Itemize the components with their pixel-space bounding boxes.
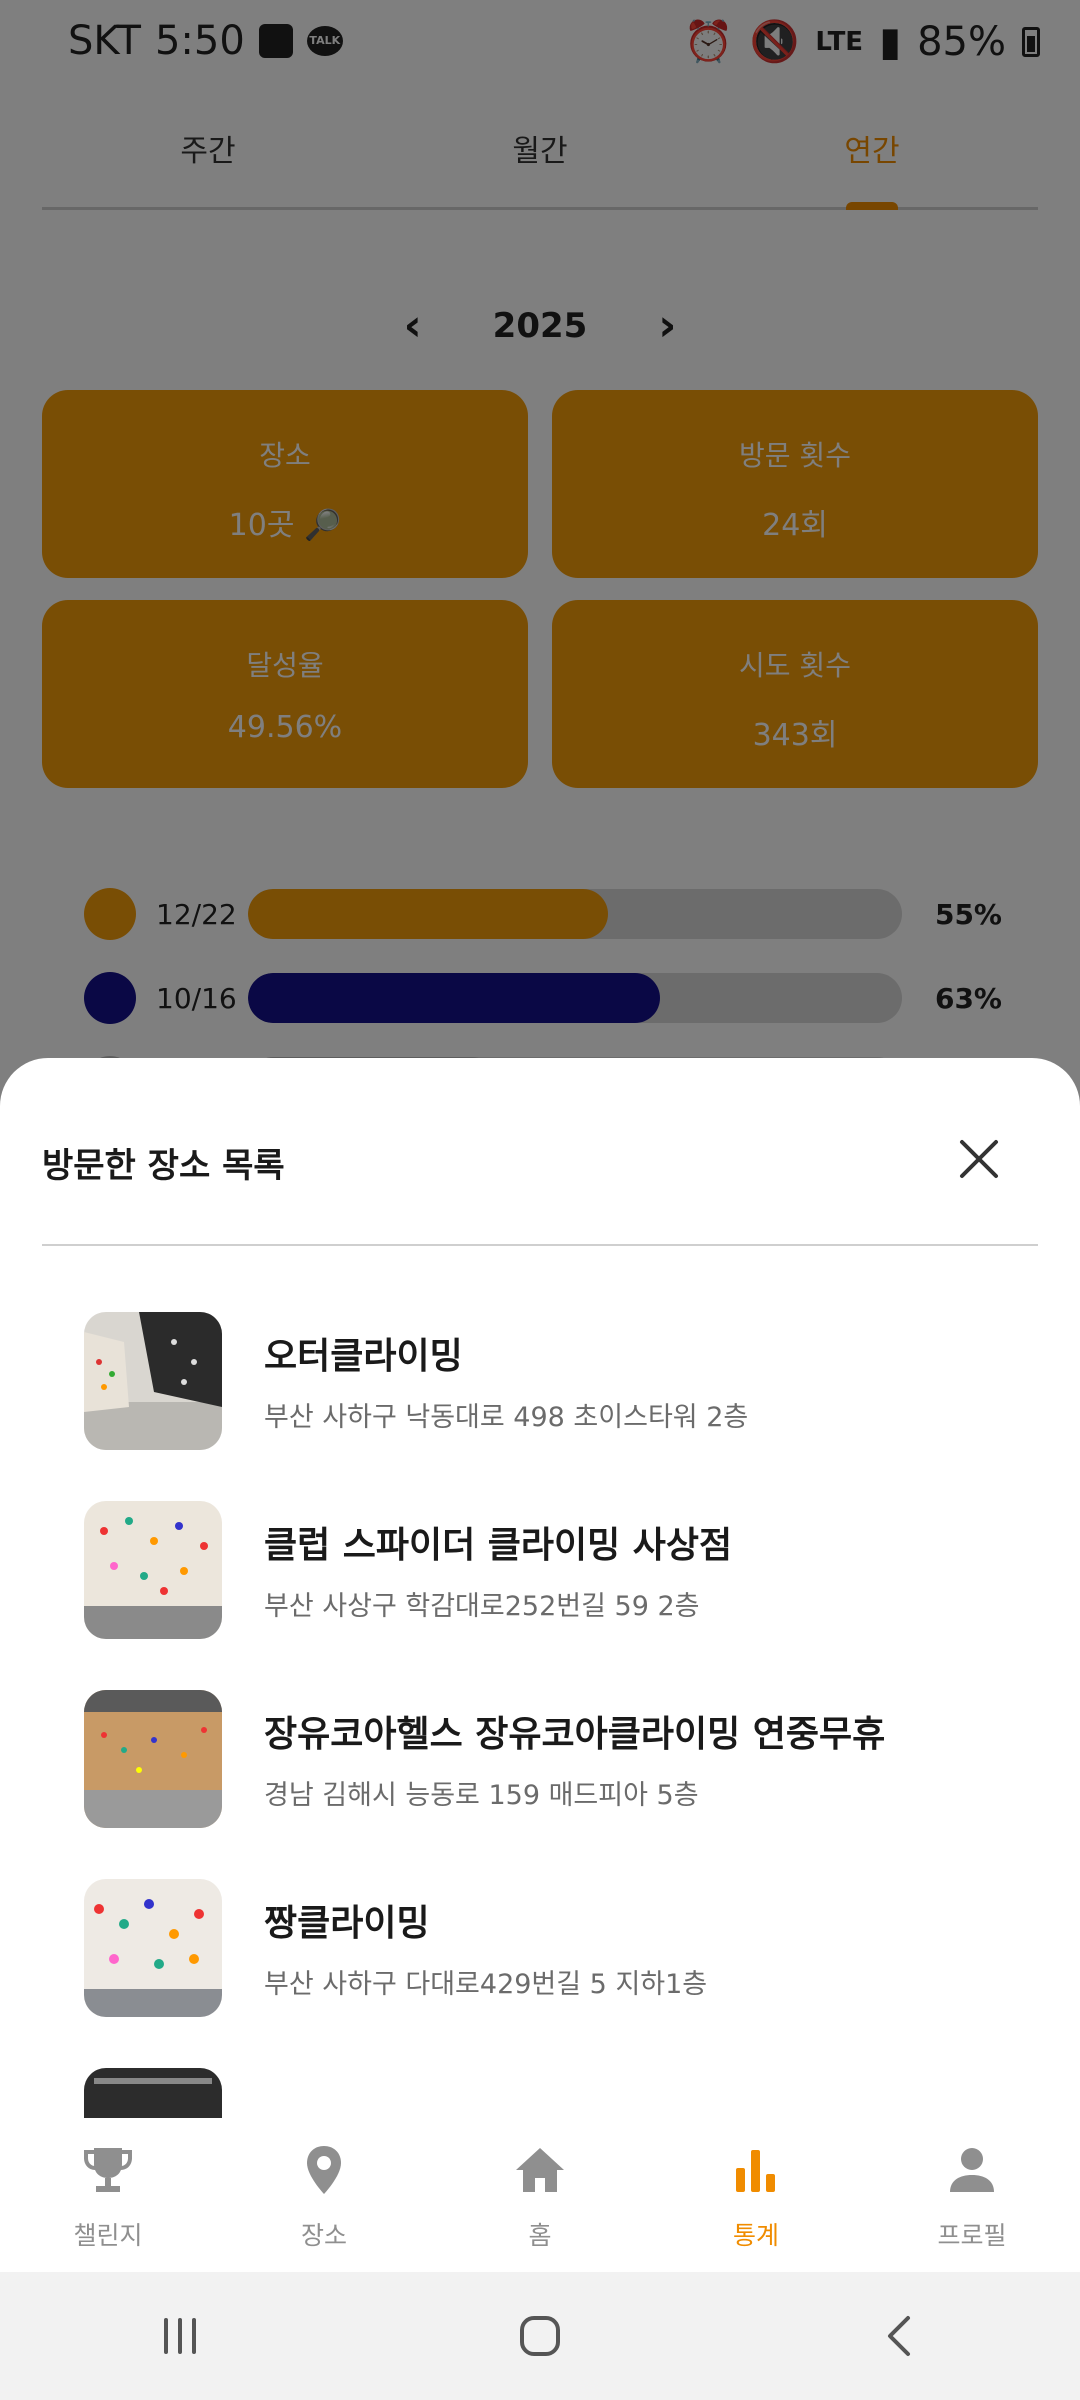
list-item[interactable]: 클럽 스파이더 클라이밍 사상점 부산 사상구 학감대로252번길 59 2층 — [84, 1475, 1034, 1664]
nav-home[interactable]: 홈 — [432, 2118, 648, 2272]
list-item[interactable]: 장유코아헬스 장유코아클라이밍 연중무휴 경남 김해시 능동로 159 매드피아… — [84, 1664, 1034, 1853]
bottom-nav: 챌린지 장소 홈 통계 프로필 — [0, 2118, 1080, 2272]
close-icon[interactable] — [956, 1136, 1002, 1182]
place-thumbnail — [84, 1878, 222, 2017]
nav-challenge[interactable]: 챌린지 — [0, 2118, 216, 2272]
place-name: 짱클라이밍 — [264, 1903, 430, 1944]
home-button[interactable] — [480, 2296, 600, 2376]
place-address: 경남 김해시 능동로 159 매드피아 5층 — [264, 1780, 699, 1811]
list-item[interactable]: 짱클라이밍 부산 사하구 다대로429번길 5 지하1층 — [84, 1853, 1034, 2042]
recent-apps-icon — [164, 2318, 196, 2354]
nav-profile[interactable]: 프로필 — [864, 2118, 1080, 2272]
places-list: 오터클라이밍 부산 사하구 낙동대로 498 초이스타워 2층 클럽 스파이더 … — [84, 1286, 1034, 2134]
place-address: 부산 사상구 학감대로252번길 59 2층 — [264, 1591, 700, 1622]
place-thumbnail — [84, 1311, 222, 1450]
place-address: 부산 사하구 낙동대로 498 초이스타워 2층 — [264, 1402, 749, 1433]
home-icon — [516, 2148, 564, 2192]
bar-chart-icon — [736, 2150, 775, 2192]
back-icon — [888, 2316, 910, 2356]
nav-label: 홈 — [528, 2221, 552, 2250]
sheet-title: 방문한 장소 목록 — [42, 1146, 285, 1186]
recent-apps-button[interactable] — [120, 2296, 240, 2376]
place-address: 부산 사하구 다대로429번길 5 지하1층 — [264, 1969, 708, 2000]
place-thumbnail — [84, 1689, 222, 1828]
nav-places[interactable]: 장소 — [216, 2118, 432, 2272]
list-item[interactable]: 오터클라이밍 부산 사하구 낙동대로 498 초이스타워 2층 — [84, 1286, 1034, 1475]
trophy-icon — [84, 2148, 132, 2192]
place-name: 오터클라이밍 — [264, 1336, 463, 1377]
nav-label: 프로필 — [937, 2221, 1007, 2250]
sheet-header: 방문한 장소 목록 — [42, 1058, 1038, 1246]
nav-label: 장소 — [300, 2221, 347, 2250]
system-nav-bar — [0, 2272, 1080, 2400]
nav-label: 챌린지 — [73, 2221, 143, 2250]
home-circle-icon — [520, 2316, 560, 2356]
place-thumbnail — [84, 1500, 222, 1639]
place-name: 클럽 스파이더 클라이밍 사상점 — [264, 1525, 733, 1566]
nav-label: 통계 — [732, 2221, 779, 2250]
back-button[interactable] — [840, 2296, 960, 2376]
visited-places-sheet: 방문한 장소 목록 오터클라이밍 부산 사하구 낙동대로 498 초이스타워 2… — [0, 1058, 1080, 2272]
location-pin-icon — [307, 2146, 341, 2194]
place-name: 장유코아헬스 장유코아클라이밍 연중무휴 — [264, 1714, 886, 1755]
person-icon — [950, 2148, 994, 2192]
nav-statistics[interactable]: 통계 — [648, 2118, 864, 2272]
